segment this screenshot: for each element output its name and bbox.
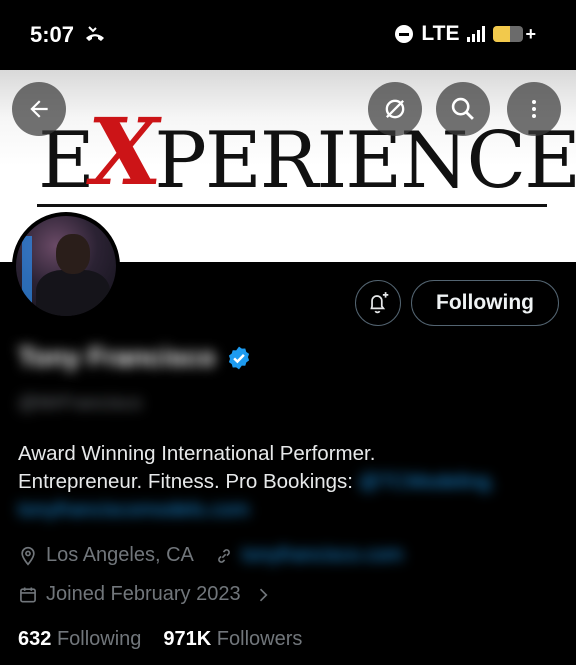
calendar-icon bbox=[20, 587, 36, 602]
verified-badge-icon[interactable] bbox=[226, 345, 252, 371]
link-icon bbox=[217, 548, 230, 563]
chevron-right-icon bbox=[259, 588, 268, 601]
location-pin-icon bbox=[21, 546, 35, 566]
profile-meta-location-row: Los Angeles, CA tonyfrancisco.com bbox=[18, 544, 403, 567]
slashed-circle-icon bbox=[385, 99, 405, 119]
bio-mention-link[interactable]: @TCModeling. bbox=[359, 470, 496, 493]
do-not-disturb-icon bbox=[395, 25, 414, 43]
following-count: 632 bbox=[18, 628, 52, 650]
back-button[interactable] bbox=[12, 82, 66, 136]
profile-joined-date: Joined February 2023 bbox=[46, 583, 241, 605]
status-time: 5:07 bbox=[30, 22, 75, 47]
bio-text: Entrepreneur. Fitness. Pro Bookings: bbox=[18, 470, 359, 493]
followers-label: Followers bbox=[216, 628, 303, 650]
profile-joined-row[interactable]: Joined February 2023 bbox=[18, 583, 273, 606]
notifications-button[interactable] bbox=[355, 280, 401, 326]
profile-website-link[interactable]: tonyfrancisco.com bbox=[242, 544, 403, 567]
status-bar: 5:07 LTE + bbox=[0, 0, 576, 70]
bio-line: Award Winning International Performer. bbox=[18, 442, 376, 465]
following-count-link[interactable]: 632 Following bbox=[18, 628, 141, 651]
banner-x-mark: X bbox=[81, 98, 166, 206]
search-icon bbox=[451, 97, 474, 120]
followers-count: 971K bbox=[163, 628, 212, 650]
profile-name: Tony Francisco bbox=[18, 342, 216, 372]
spaces-button[interactable] bbox=[368, 82, 422, 136]
more-button[interactable] bbox=[507, 82, 561, 136]
battery-icon bbox=[493, 26, 524, 42]
signal-icon bbox=[467, 26, 486, 42]
avatar-backlight bbox=[22, 236, 32, 306]
bio-website-link[interactable]: tonyfranciscomodels.com bbox=[18, 498, 249, 521]
follow-counts: 632 Following 971K Followers bbox=[18, 628, 302, 651]
avatar-figure-body bbox=[36, 270, 110, 316]
missed-call-icon bbox=[86, 26, 104, 41]
following-label: Following bbox=[56, 628, 142, 650]
more-vertical-icon bbox=[532, 100, 536, 118]
profile-avatar[interactable] bbox=[12, 212, 120, 320]
banner-text-end: PERIENCE bbox=[154, 116, 576, 206]
profile-location: Los Angeles, CA bbox=[46, 544, 194, 566]
profile-handle: @MrFrancisco bbox=[18, 393, 142, 414]
avatar-figure-head bbox=[56, 234, 90, 274]
network-label: LTE bbox=[421, 22, 460, 45]
search-button[interactable] bbox=[436, 82, 490, 136]
bio-line: Entrepreneur. Fitness. Pro Bookings: @TC… bbox=[18, 468, 558, 496]
followers-count-link[interactable]: 971K Followers bbox=[163, 628, 302, 651]
bio-line: tonyfranciscomodels.com bbox=[18, 496, 558, 524]
following-button[interactable]: Following bbox=[411, 280, 559, 326]
back-arrow-icon bbox=[30, 100, 48, 118]
bell-plus-icon bbox=[370, 292, 389, 314]
profile-name-row: Tony Francisco bbox=[18, 342, 252, 373]
profile-bio: Award Winning International Performer. E… bbox=[18, 440, 558, 524]
banner-underline bbox=[37, 204, 547, 207]
charging-icon: + bbox=[525, 23, 536, 44]
